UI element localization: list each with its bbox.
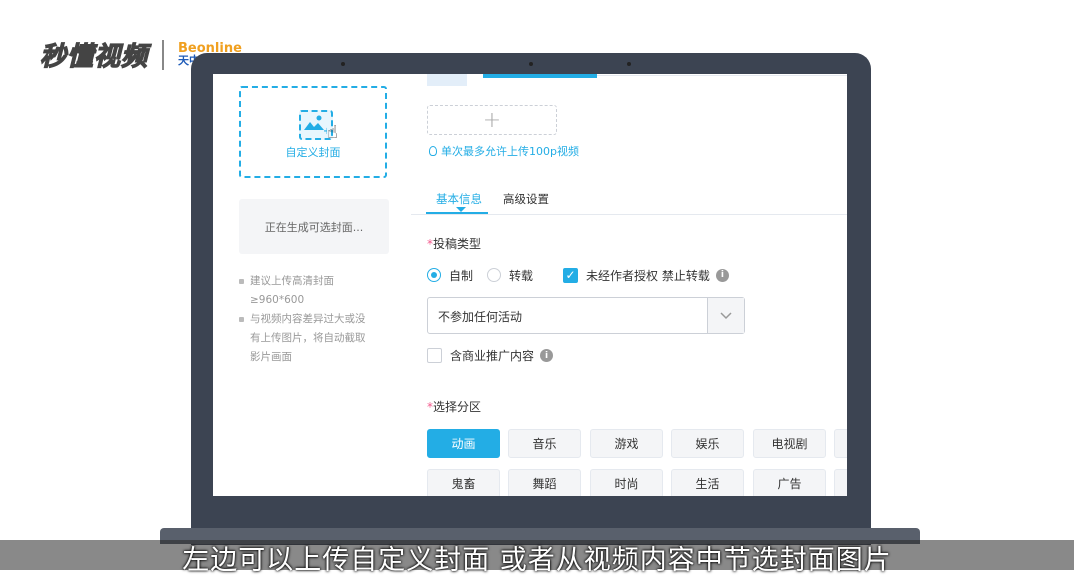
zone-game[interactable]: 游戏 [590, 429, 663, 458]
commercial-content-option: 含商业推广内容 i [427, 347, 554, 364]
watermark-logo: 秒懂视频 [39, 41, 149, 72]
radio-original-label: 自制 [449, 268, 474, 283]
plus-icon: + [482, 107, 502, 133]
activity-select-value: 不参加任何活动 [438, 310, 523, 324]
hand-cursor-icon: ☝ [327, 122, 338, 143]
laptop-screen: + ☝ 自定义封面 正在生成可选封面... 建议上传高清封面 ≥960*600 … [213, 74, 847, 496]
custom-cover-upload[interactable]: + ☝ 自定义封面 [239, 86, 387, 178]
add-video-button[interactable]: + [427, 105, 557, 135]
zone-entertainment[interactable]: 娱乐 [671, 429, 744, 458]
tab-basic-info[interactable]: 基本信息 [436, 191, 482, 207]
zone-music[interactable]: 音乐 [508, 429, 581, 458]
radio-original[interactable] [427, 268, 441, 282]
watermark-divider [162, 39, 165, 70]
bulb-icon [429, 146, 437, 156]
camera-icon [529, 62, 533, 66]
no-repost-label: 未经作者授权 禁止转载 [586, 268, 710, 283]
zone-more[interactable] [834, 469, 847, 496]
radio-repost[interactable] [487, 268, 502, 282]
tip-item-line: 影片画面 [250, 351, 292, 363]
tip-item-line: 有上传图片，将自动截取 [250, 332, 366, 344]
zone-dance[interactable]: 舞蹈 [508, 469, 581, 496]
custom-cover-label: 自定义封面 [285, 146, 341, 159]
zone-kichiku[interactable]: 鬼畜 [427, 469, 500, 496]
camera-dot [341, 62, 345, 66]
no-repost-checkbox[interactable]: ✓ [563, 267, 579, 283]
active-tab-underline [426, 212, 488, 214]
activity-select[interactable]: 不参加任何活动 [427, 297, 745, 334]
info-icon[interactable]: i [715, 268, 729, 282]
video-thumbnail-stub [427, 74, 467, 86]
tab-caret-icon [456, 207, 466, 212]
commercial-checkbox[interactable] [427, 348, 442, 363]
info-icon[interactable]: i [540, 349, 554, 362]
tip-item: 建议上传高清封面 [239, 272, 389, 291]
check-icon: ✓ [565, 268, 576, 282]
radio-repost-label: 转载 [509, 268, 534, 283]
upload-progress-bar [483, 74, 597, 78]
zone-more[interactable] [834, 429, 847, 458]
camera-dot [627, 62, 631, 66]
generating-covers-box: 正在生成可选封面... [239, 199, 389, 254]
zone-animation[interactable]: 动画 [427, 429, 500, 458]
video-subtitle: 左边可以上传自定义封面 或者从视频内容中节选封面图片 [182, 545, 892, 576]
cover-tips: 建议上传高清封面 ≥960*600 与视频内容差异过大或没 有上传图片，将自动截… [239, 272, 389, 367]
tip-item-line: ≥960*600 [250, 294, 305, 306]
zone-ads[interactable]: 广告 [753, 469, 826, 496]
generating-covers-label: 正在生成可选封面... [264, 220, 364, 234]
form-tabs: 基本信息 高级设置 [411, 186, 847, 215]
divider [597, 75, 847, 76]
chevron-down-icon[interactable] [707, 298, 744, 333]
upload-hint-text: 单次最多允许上传100p视频 [441, 145, 579, 158]
submission-type-options: 自制 转载 ✓ 未经作者授权 禁止转载 i [427, 264, 729, 286]
submission-type-label: *投稿类型 [427, 237, 482, 251]
zone-label: *选择分区 [427, 400, 482, 414]
tip-item: 与视频内容差异过大或没 [239, 310, 389, 329]
commercial-label: 含商业推广内容 [450, 349, 535, 363]
zone-life[interactable]: 生活 [671, 469, 744, 496]
zone-fashion[interactable]: 时尚 [590, 469, 663, 496]
tab-advanced-settings[interactable]: 高级设置 [503, 191, 549, 207]
upload-hint: 单次最多允许上传100p视频 [429, 143, 579, 159]
zone-tv-series[interactable]: 电视剧 [753, 429, 826, 458]
